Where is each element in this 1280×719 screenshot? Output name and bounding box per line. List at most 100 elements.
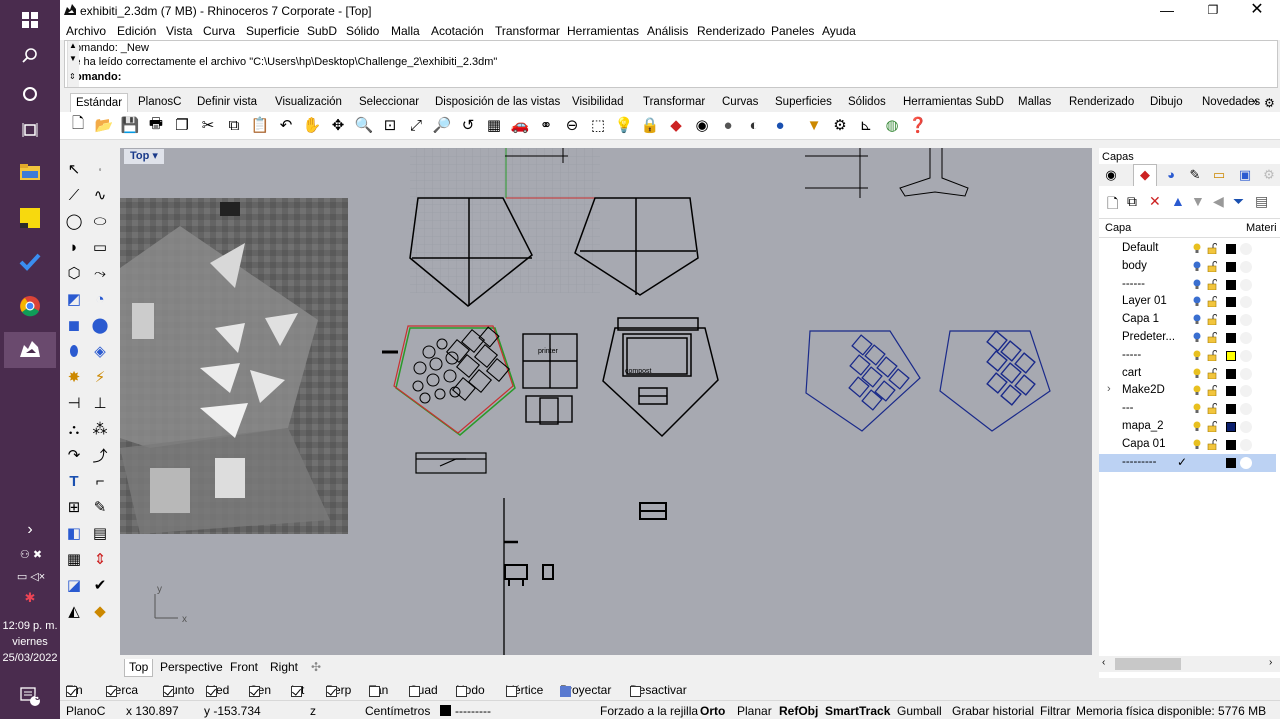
layer-row[interactable]: --- bbox=[1099, 400, 1276, 418]
split-icon[interactable]: ⚡ bbox=[88, 366, 112, 388]
unlocked-icon[interactable] bbox=[1207, 314, 1217, 326]
layer-row[interactable]: Capa 01 bbox=[1099, 436, 1276, 454]
osnap-checkbox[interactable] bbox=[409, 686, 420, 697]
layer-row[interactable]: cart bbox=[1099, 365, 1276, 383]
add-viewport-icon[interactable]: ✣ bbox=[311, 659, 321, 677]
curve-icon[interactable]: ∿ bbox=[88, 184, 112, 206]
osnap-checkbox[interactable] bbox=[291, 686, 302, 697]
menu-analisis[interactable]: Análisis bbox=[647, 24, 688, 38]
osnap-8[interactable]: Cuad bbox=[409, 683, 438, 697]
tab-seleccionar[interactable]: Seleccionar bbox=[359, 96, 419, 108]
trim-icon[interactable]: ⊣ bbox=[62, 392, 86, 414]
layer-row[interactable]: Capa 1 bbox=[1099, 311, 1276, 329]
light-bulb-icon[interactable] bbox=[1193, 279, 1201, 290]
menu-archivo[interactable]: Archivo bbox=[66, 24, 106, 38]
unlocked-icon[interactable] bbox=[1207, 243, 1217, 254]
status-ortho[interactable]: Orto bbox=[700, 704, 725, 718]
tab-visualizacion[interactable]: Visualización bbox=[275, 96, 342, 108]
layer-name[interactable]: --------- bbox=[1122, 456, 1156, 468]
ellipse-icon[interactable]: ⬭ bbox=[88, 210, 112, 232]
grasshopper-icon[interactable]: ◍ bbox=[882, 115, 902, 135]
light-bulb-icon[interactable] bbox=[1193, 368, 1201, 379]
viewport-top[interactable]: printer compost y x Top ▾ bbox=[120, 148, 1092, 655]
layer-color-swatch[interactable] bbox=[1226, 350, 1236, 361]
tab-superficies[interactable]: Superficies bbox=[775, 96, 832, 108]
open-folder-icon[interactable]: 📂 bbox=[94, 115, 114, 135]
layer-material-icon[interactable] bbox=[1240, 296, 1252, 309]
join-icon[interactable]: ⊥ bbox=[88, 392, 112, 414]
layer-color-swatch[interactable] bbox=[1226, 315, 1236, 326]
tab-definir-vista[interactable]: Definir vista bbox=[197, 96, 257, 108]
light-bulb-icon[interactable] bbox=[1193, 314, 1201, 325]
search-icon[interactable] bbox=[14, 40, 46, 72]
osnap-1[interactable]: Cerca bbox=[106, 683, 138, 697]
unlocked-icon[interactable] bbox=[1207, 438, 1217, 450]
osnap-checkbox[interactable] bbox=[206, 686, 217, 697]
options-gear-icon[interactable]: ⚙ bbox=[830, 115, 850, 135]
render-tool-icon[interactable]: ◆ bbox=[88, 600, 112, 622]
polyline-icon[interactable]: ⟋ bbox=[62, 184, 86, 206]
vtab-front[interactable]: Front bbox=[230, 659, 258, 677]
scroll-left-icon[interactable]: ‹ bbox=[1102, 657, 1105, 668]
layer-color-swatch[interactable] bbox=[1226, 386, 1236, 397]
explode-icon[interactable]: ⁂ bbox=[88, 418, 112, 440]
status-plane[interactable]: PlanoC bbox=[66, 704, 105, 718]
osnap-9[interactable]: Nodo bbox=[456, 683, 485, 697]
filter-icon[interactable]: ⏷ bbox=[1233, 193, 1244, 210]
render-sphere-icon[interactable]: ● bbox=[718, 115, 738, 135]
zoom-extents-icon[interactable]: ⤢ bbox=[406, 115, 426, 135]
chrome-icon[interactable] bbox=[14, 290, 46, 322]
notifications-icon[interactable]: 5 bbox=[14, 680, 46, 712]
new-file-icon[interactable]: 🗋 bbox=[68, 115, 88, 135]
osnap-0[interactable]: Fin bbox=[66, 683, 83, 697]
undo-icon[interactable]: ↶ bbox=[276, 115, 296, 135]
box-icon[interactable]: ◼ bbox=[62, 314, 86, 336]
rhino-taskbar-icon[interactable] bbox=[4, 332, 56, 368]
text-icon[interactable]: T bbox=[62, 470, 86, 492]
file-explorer-icon[interactable] bbox=[14, 156, 46, 188]
layer-name[interactable]: Predeter... bbox=[1122, 331, 1175, 343]
pentagon-layout-3[interactable] bbox=[382, 325, 516, 436]
unlocked-icon[interactable] bbox=[1207, 260, 1217, 272]
tab-renderizado[interactable]: Renderizado bbox=[1069, 96, 1134, 108]
zoom-window-icon[interactable]: ⊡ bbox=[380, 115, 400, 135]
status-refobj[interactable]: RefObj bbox=[779, 704, 818, 718]
layer-color-swatch[interactable] bbox=[1226, 279, 1236, 290]
layer-name[interactable]: Capa 1 bbox=[1122, 313, 1159, 325]
layer-material-icon[interactable] bbox=[1240, 349, 1252, 362]
layer-name[interactable]: mapa_2 bbox=[1122, 420, 1164, 432]
status-filter[interactable]: Filtrar bbox=[1040, 704, 1071, 718]
osnap-checkbox[interactable] bbox=[66, 686, 77, 697]
vtab-right[interactable]: Right bbox=[270, 659, 298, 677]
layer-row[interactable]: body bbox=[1099, 258, 1276, 276]
menu-solido[interactable]: Sólido bbox=[346, 24, 379, 38]
layer-row[interactable]: › Make2D bbox=[1099, 382, 1276, 400]
scroll-right-icon[interactable]: › bbox=[1269, 657, 1272, 668]
layer-color-swatch[interactable] bbox=[1226, 368, 1236, 379]
undo-view-icon[interactable]: ↺ bbox=[458, 115, 478, 135]
light-bulb-icon[interactable] bbox=[1193, 350, 1201, 361]
restore-icon[interactable]: ❐ bbox=[1192, 0, 1234, 22]
analyze-icon[interactable]: ◪ bbox=[62, 574, 86, 596]
sphere-icon[interactable]: ⬤ bbox=[88, 314, 112, 336]
layer-material-icon[interactable] bbox=[1240, 403, 1252, 416]
light-bulb-icon[interactable] bbox=[1193, 243, 1201, 254]
layer-row[interactable]: Default bbox=[1099, 240, 1276, 258]
blue-pentagon-1[interactable] bbox=[805, 330, 921, 432]
print-icon[interactable]: 🖶 bbox=[146, 115, 166, 135]
color-wheel-icon[interactable]: ◉ bbox=[692, 115, 712, 135]
freeform-icon[interactable]: ⤳ bbox=[88, 262, 112, 284]
layer-row[interactable]: mapa_2 bbox=[1099, 418, 1276, 436]
chevron-down-icon[interactable]: ▼ bbox=[69, 54, 77, 63]
menu-superficie[interactable]: Superficie bbox=[246, 24, 299, 38]
unlocked-icon[interactable] bbox=[1207, 403, 1217, 415]
circle-icon[interactable]: ◯ bbox=[62, 210, 86, 232]
paste-icon[interactable]: 📋 bbox=[250, 115, 270, 135]
menu-herramientas[interactable]: Herramientas bbox=[567, 24, 639, 38]
layer-row[interactable]: Layer 01 bbox=[1099, 293, 1276, 311]
help-icon[interactable]: ❓ bbox=[908, 115, 928, 135]
check-icon[interactable]: ✔ bbox=[88, 574, 112, 596]
layer-color-swatch[interactable] bbox=[1226, 244, 1236, 254]
arc-icon[interactable]: ◗ bbox=[62, 236, 86, 258]
task-view-icon[interactable] bbox=[14, 114, 46, 146]
